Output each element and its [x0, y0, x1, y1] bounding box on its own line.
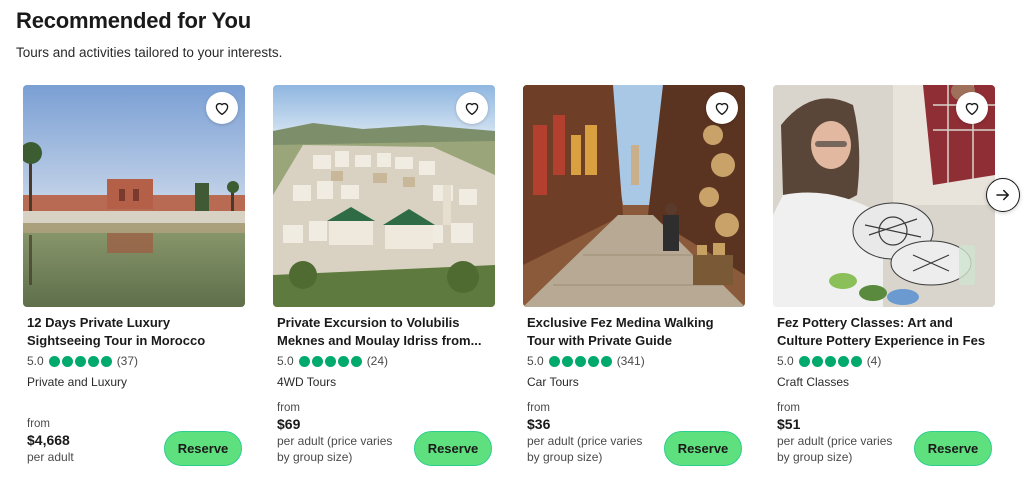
rating-bubble-icon — [350, 355, 362, 367]
carousel-next-button[interactable] — [986, 178, 1020, 212]
rating-bubble-icon — [298, 355, 310, 367]
price-amount: $51 — [777, 416, 801, 432]
rating-bubble-icon — [74, 355, 86, 367]
heart-outline-icon — [215, 102, 229, 116]
heart-outline-icon — [465, 102, 479, 116]
product-category: 4WD Tours — [277, 375, 337, 389]
rating-bubble-icon — [48, 355, 60, 367]
rating-bubble-icon — [574, 355, 586, 367]
product-image[interactable] — [23, 85, 245, 307]
rating-bubble-icon — [850, 355, 862, 367]
rating-bubble-icon — [798, 355, 810, 367]
arrow-right-icon — [996, 189, 1009, 201]
rating-bubble-icon — [824, 355, 836, 367]
rating-bubble-icon — [311, 355, 323, 367]
price-amount: $36 — [527, 416, 551, 432]
rating-bubble-icon — [548, 355, 560, 367]
rating-bubbles — [298, 355, 362, 367]
product-card[interactable]: Exclusive Fez Medina Walking Tour with P… — [523, 85, 745, 479]
reserve-button[interactable]: Reserve — [664, 431, 742, 466]
rating-bubble-icon — [337, 355, 349, 367]
heart-outline-icon — [715, 102, 729, 116]
rating-bubbles — [798, 355, 862, 367]
product-category: Car Tours — [527, 375, 579, 389]
save-to-wishlist-button[interactable] — [206, 92, 238, 124]
price-amount: $69 — [277, 416, 301, 432]
rating-value: 5.0 — [777, 354, 794, 368]
rating: 5.0 (24) — [277, 353, 388, 369]
product-image[interactable] — [523, 85, 745, 307]
price-from-label: from — [27, 418, 50, 430]
save-to-wishlist-button[interactable] — [456, 92, 488, 124]
review-count: (37) — [116, 354, 139, 368]
rating-bubble-icon — [811, 355, 823, 367]
price-block: from $4,668 per adult — [27, 417, 157, 465]
product-carousel: 12 Days Private Luxury Sightseeing Tour … — [23, 85, 1023, 479]
product-title-link[interactable]: Exclusive Fez Medina Walking Tour with P… — [527, 314, 745, 350]
rating-bubble-icon — [87, 355, 99, 367]
review-count: (341) — [616, 354, 645, 368]
rating-bubbles — [548, 355, 612, 367]
price-unit: per adult (price varies by group size) — [277, 434, 393, 464]
product-image[interactable] — [273, 85, 495, 307]
rating-value: 5.0 — [27, 354, 44, 368]
section-subtitle: Tours and activities tailored to your in… — [16, 45, 283, 60]
heart-outline-icon — [965, 102, 979, 116]
product-card[interactable]: Fez Pottery Classes: Art and Culture Pot… — [773, 85, 995, 479]
section-title: Recommended for You — [16, 8, 251, 33]
reserve-button[interactable]: Reserve — [414, 431, 492, 466]
rating-bubble-icon — [61, 355, 73, 367]
section-header: Recommended for You Tours and activities… — [16, 6, 282, 61]
price-amount: $4,668 — [27, 432, 70, 448]
reserve-button[interactable]: Reserve — [914, 431, 992, 466]
rating-bubble-icon — [600, 355, 612, 367]
review-count: (24) — [366, 354, 389, 368]
rating-value: 5.0 — [277, 354, 294, 368]
price-unit: per adult — [27, 450, 74, 464]
product-card[interactable]: Private Excursion to Volubilis Meknes an… — [273, 85, 495, 479]
product-title-link[interactable]: Fez Pottery Classes: Art and Culture Pot… — [777, 314, 995, 350]
product-title-link[interactable]: Private Excursion to Volubilis Meknes an… — [277, 314, 495, 350]
price-from-label: from — [527, 402, 550, 414]
rating: 5.0 (37) — [27, 353, 138, 369]
rating-bubble-icon — [100, 355, 112, 367]
rating: 5.0 (4) — [777, 353, 881, 369]
save-to-wishlist-button[interactable] — [706, 92, 738, 124]
product-title-link[interactable]: 12 Days Private Luxury Sightseeing Tour … — [27, 314, 245, 350]
price-unit: per adult (price varies by group size) — [527, 434, 643, 464]
price-block: from $36 per adult (price varies by grou… — [527, 401, 657, 465]
rating-bubbles — [48, 355, 112, 367]
save-to-wishlist-button[interactable] — [956, 92, 988, 124]
price-block: from $69 per adult (price varies by grou… — [277, 401, 407, 465]
rating: 5.0 (341) — [527, 353, 645, 369]
rating-bubble-icon — [837, 355, 849, 367]
price-from-label: from — [277, 402, 300, 414]
reserve-button[interactable]: Reserve — [164, 431, 242, 466]
product-category: Craft Classes — [777, 375, 850, 389]
price-block: from $51 per adult (price varies by grou… — [777, 401, 907, 465]
rating-bubble-icon — [587, 355, 599, 367]
product-image[interactable] — [773, 85, 995, 307]
rating-bubble-icon — [324, 355, 336, 367]
rating-value: 5.0 — [527, 354, 544, 368]
product-card[interactable]: 12 Days Private Luxury Sightseeing Tour … — [23, 85, 245, 479]
price-unit: per adult (price varies by group size) — [777, 434, 893, 464]
rating-bubble-icon — [561, 355, 573, 367]
product-category: Private and Luxury — [27, 375, 128, 389]
price-from-label: from — [777, 402, 800, 414]
review-count: (4) — [866, 354, 882, 368]
